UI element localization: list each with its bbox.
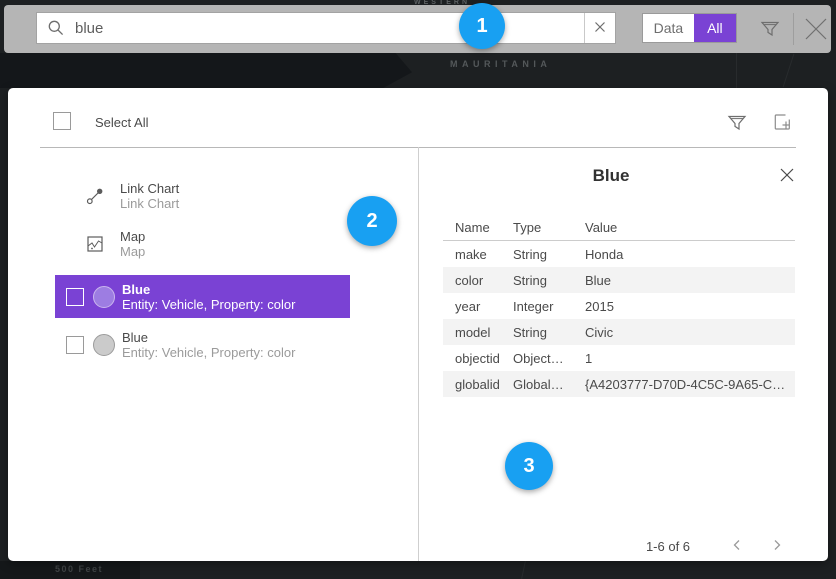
search-scope-toggle: Data All [642,13,737,43]
scope-data-button[interactable]: Data [643,14,694,42]
result-subtitle: Entity: Vehicle, Property: color [122,297,295,312]
filter-icon [726,111,748,136]
search-overlay-screen: WESTERN MAURITANIA 500 Feet [0,0,836,579]
entity-circle-icon [93,334,115,356]
result-item-link-chart[interactable]: Link Chart Link Chart [55,174,350,217]
attribute-type-cell: String [513,325,585,340]
attribute-name-cell: color [443,273,513,288]
callout-badge-2: 2 [347,196,397,246]
clear-icon [594,21,606,36]
search-icon [37,19,75,37]
attribute-name-cell: model [443,325,513,340]
map-border-line [783,54,795,88]
map-border-line [521,561,526,579]
attribute-value-cell: Civic [585,325,795,340]
filter-button[interactable] [757,16,783,42]
result-title: Map [120,229,145,244]
callout-badge-1: 1 [459,3,505,49]
column-header-type: Type [513,220,585,235]
column-header-name: Name [443,220,513,235]
panel-divider [418,147,419,561]
close-search-button[interactable] [801,15,831,45]
attribute-row: year Integer 2015 [443,293,795,319]
attribute-name-cell: make [443,247,513,262]
add-selection-icon [771,111,793,136]
result-item-blue-selected[interactable]: Blue Entity: Vehicle, Property: color [55,275,350,318]
search-toolbar: Data All [4,5,831,53]
attribute-name-cell: globalid [443,377,513,392]
attribute-type-cell: String [513,273,585,288]
result-title: Blue [122,282,295,297]
attribute-row: model String Civic [443,319,795,345]
attribute-table-header: Name Type Value [443,215,795,241]
select-all-label[interactable]: Select All [95,115,148,130]
search-box [36,12,616,44]
result-subtitle: Entity: Vehicle, Property: color [122,345,295,360]
clear-search-button[interactable] [584,13,615,43]
search-input[interactable] [75,13,584,43]
result-item-map[interactable]: Map Map [55,222,350,265]
pagination-prev-button[interactable] [727,536,747,556]
result-item-blue[interactable]: Blue Entity: Vehicle, Property: color [55,323,350,366]
attribute-table: Name Type Value make String Honda color … [443,215,795,397]
column-header-value: Value [585,220,795,235]
result-checkbox[interactable] [66,288,84,306]
link-chart-icon [85,186,105,206]
attribute-type-cell: Global… [513,377,585,392]
attribute-value-cell: Honda [585,247,795,262]
result-title: Blue [122,330,295,345]
result-subtitle: Map [120,244,145,259]
chevron-left-icon [731,539,743,554]
map-label-mauritania: MAURITANIA [450,59,551,69]
attribute-value-cell: {A4203777-D70D-4C5C-9A65-C… [585,377,795,392]
results-filter-button[interactable] [724,110,750,136]
detail-title: Blue [418,166,804,186]
map-scale-label: 500 Feet [55,564,103,574]
close-icon [802,15,830,46]
attribute-row: globalid Global… {A4203777-D70D-4C5C-9A6… [443,371,795,397]
map-border-line [736,53,737,88]
attribute-type-cell: Object… [513,351,585,366]
attribute-value-cell: 1 [585,351,795,366]
map-ocean-region [0,53,412,88]
pagination-next-button[interactable] [767,536,787,556]
search-results-dialog: Select All [8,88,828,561]
select-all-checkbox[interactable] [53,112,71,130]
attribute-value-cell: Blue [585,273,795,288]
attribute-row: make String Honda [443,241,795,267]
attribute-name-cell: objectid [443,351,513,366]
callout-badge-3: 3 [505,442,553,490]
toolbar-divider [793,13,794,45]
result-title: Link Chart [120,181,179,196]
attribute-type-cell: Integer [513,299,585,314]
result-subtitle: Link Chart [120,196,179,211]
close-icon [779,167,795,186]
pagination-range-label: 1-6 of 6 [628,539,708,554]
map-icon [85,234,105,254]
scope-all-button[interactable]: All [694,14,736,42]
attribute-row: color String Blue [443,267,795,293]
filter-icon [759,17,781,42]
add-to-selection-button[interactable] [769,110,795,136]
detail-close-button[interactable] [776,165,798,187]
attribute-type-cell: String [513,247,585,262]
attribute-name-cell: year [443,299,513,314]
attribute-row: objectid Object… 1 [443,345,795,371]
result-checkbox[interactable] [66,336,84,354]
attribute-value-cell: 2015 [585,299,795,314]
entity-circle-icon [93,286,115,308]
chevron-right-icon [771,539,783,554]
